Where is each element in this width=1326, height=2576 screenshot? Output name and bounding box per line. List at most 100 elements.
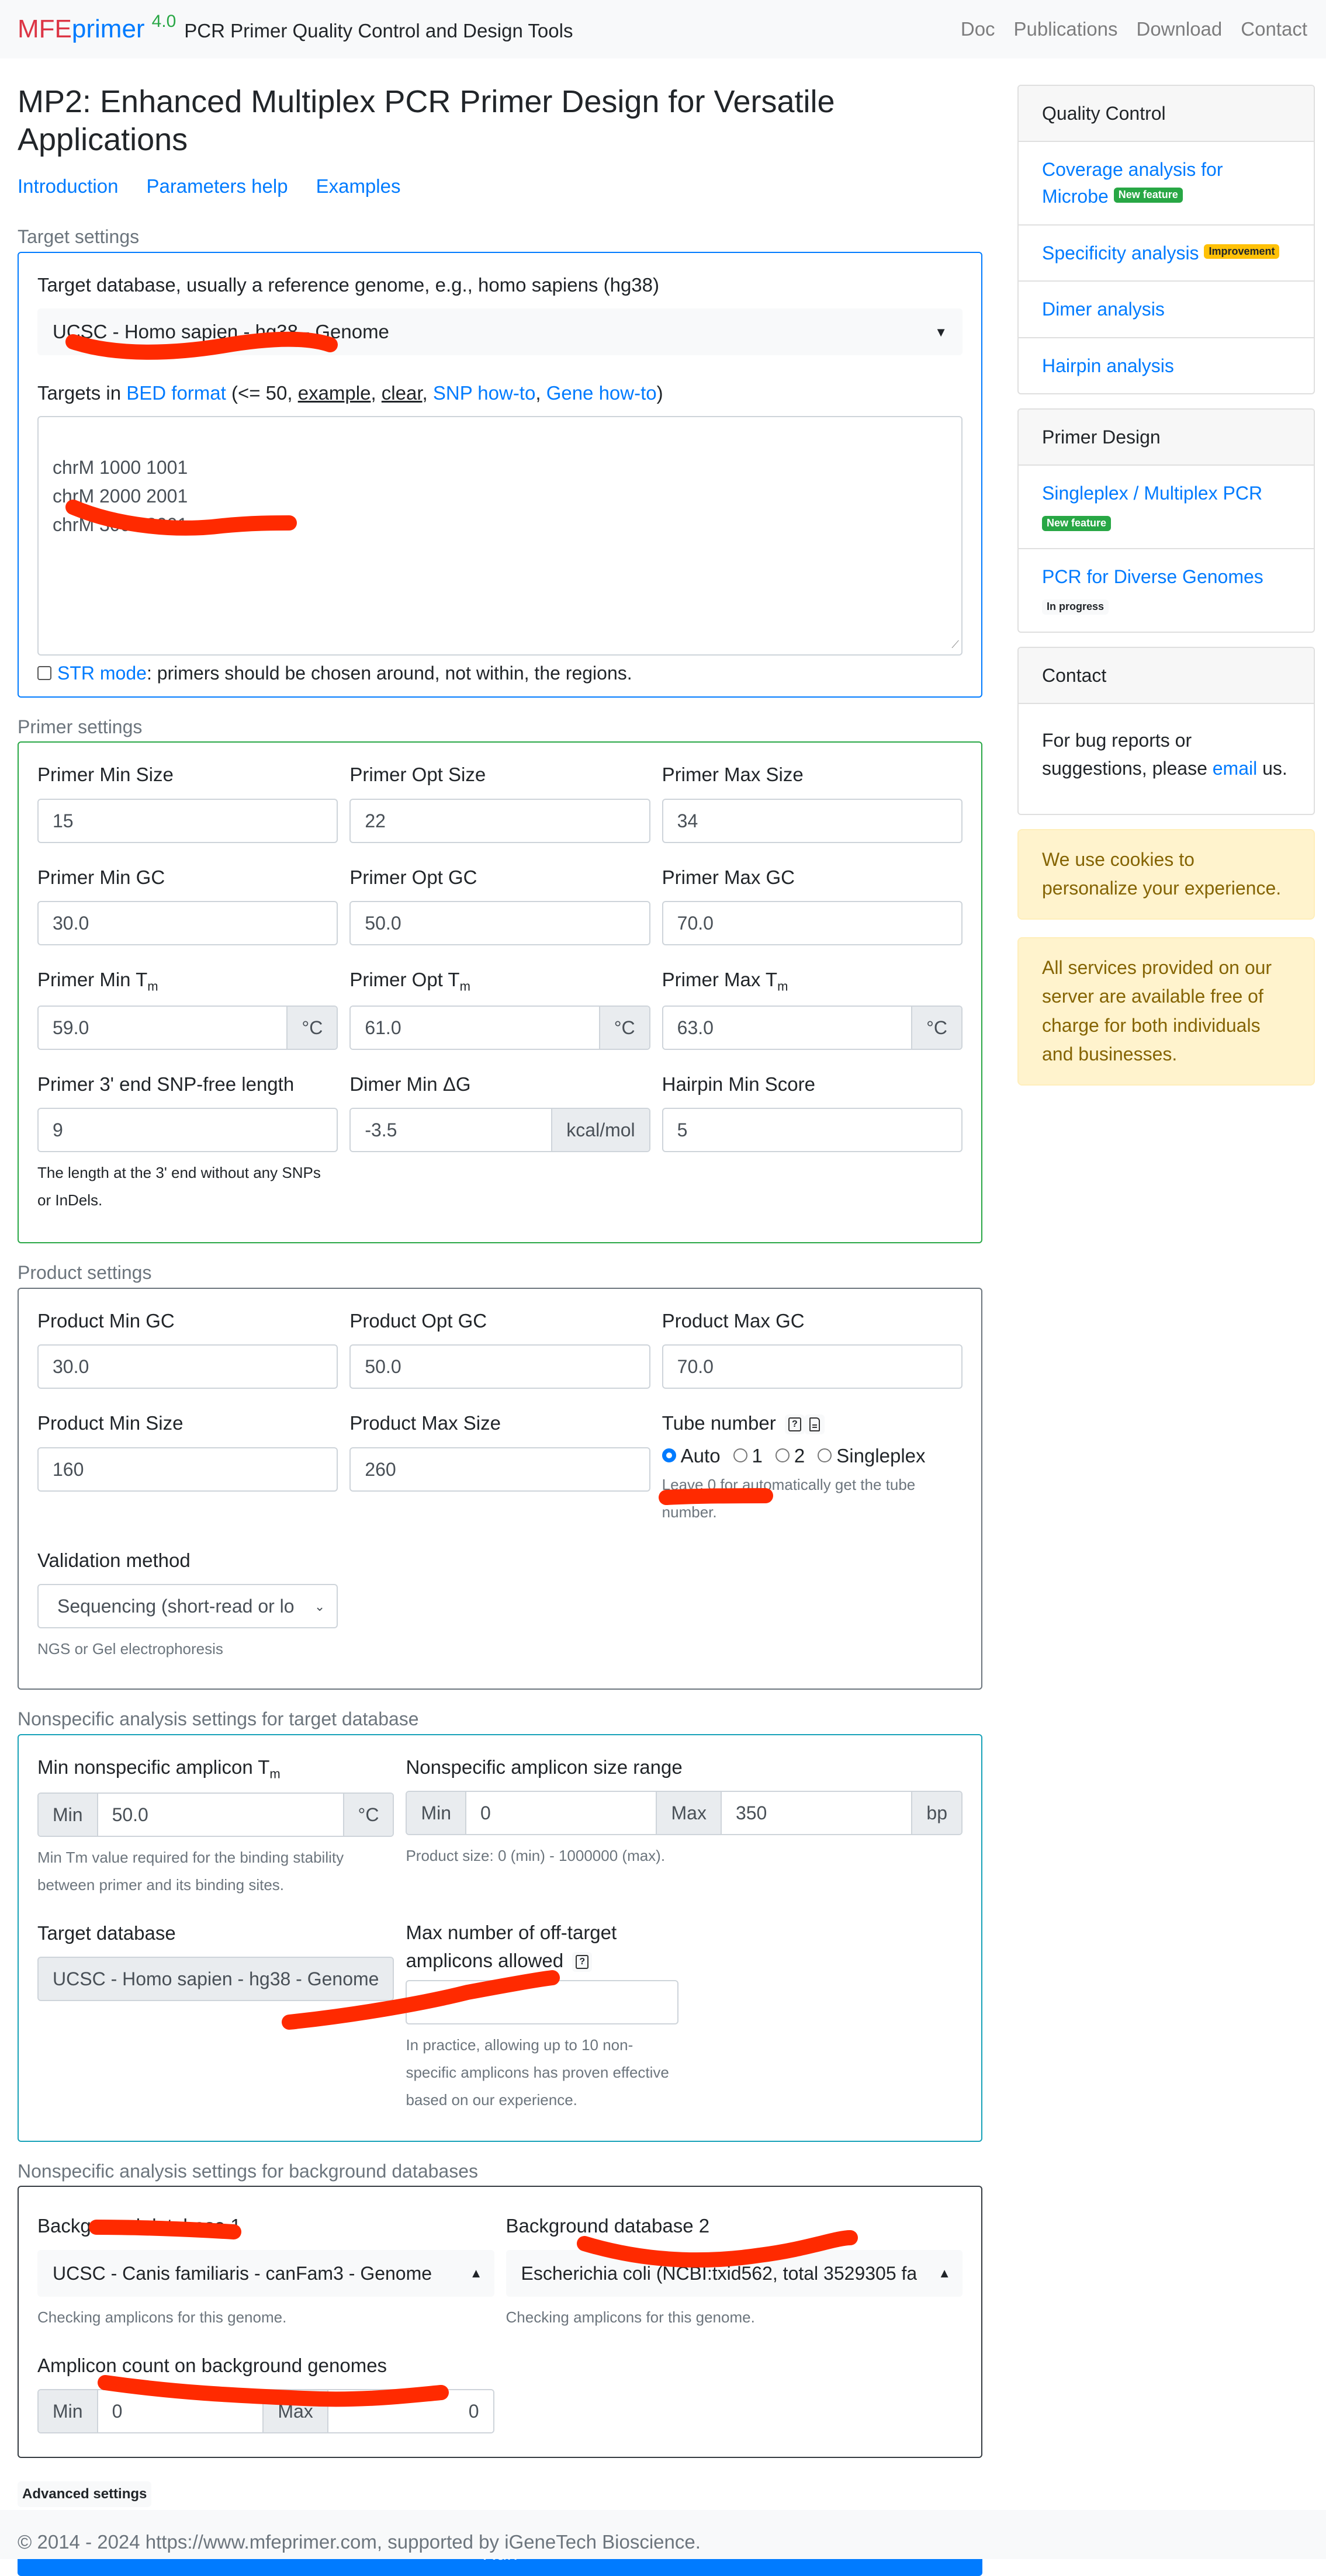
- specificity-analysis-link[interactable]: Specificity analysis: [1042, 242, 1199, 264]
- bed-format-link[interactable]: BED format: [126, 382, 226, 404]
- targets-textarea[interactable]: chrM 1000 1001 chrM 2000 2001 chrM 3000 …: [37, 415, 963, 656]
- product-max-size-label: Product Max Size: [349, 1412, 501, 1434]
- hairpin-min-score-label: Hairpin Min Score: [662, 1073, 815, 1095]
- str-mode-checkbox[interactable]: [37, 665, 51, 680]
- sidebar-item-multiplex: Singleplex / Multiplex PCR New feature: [1019, 466, 1314, 549]
- celsius-unit: °C: [286, 1006, 337, 1049]
- contact-header: Contact: [1019, 647, 1314, 704]
- free-service-alert: All services provided on our server are …: [1017, 937, 1315, 1086]
- sidebar-item-coverage: Coverage analysis for Microbe New featur…: [1019, 142, 1314, 226]
- bg-db2-label: Background database 2: [506, 2215, 710, 2237]
- nav-publications[interactable]: Publications: [1005, 15, 1127, 44]
- primer-design-card: Primer Design Singleplex / Multiplex PCR…: [1017, 408, 1315, 633]
- nav-contact[interactable]: Contact: [1231, 15, 1307, 44]
- nonspecific-target-db-input: UCSC - Homo sapien - hg38 - Genome: [37, 1957, 394, 2002]
- nav-download[interactable]: Download: [1127, 15, 1232, 44]
- product-min-size-input[interactable]: 160: [37, 1447, 338, 1492]
- product-max-gc-input[interactable]: 70.0: [662, 1344, 963, 1389]
- product-max-size-input[interactable]: 260: [349, 1447, 650, 1492]
- tube-radio-singleplex[interactable]: Singleplex: [818, 1441, 926, 1471]
- advanced-settings-toggle[interactable]: Advanced settings: [18, 2481, 152, 2508]
- primer-opt-tm-input[interactable]: 61.0: [351, 1006, 599, 1049]
- primer-min-gc-input[interactable]: 30.0: [37, 901, 338, 946]
- bg-db1-select[interactable]: UCSC - Canis familiaris - canFam3 - Geno…: [37, 2249, 494, 2297]
- primer-opt-tm-group: 61.0 °C: [349, 1005, 650, 1050]
- tube-radio-2[interactable]: 2: [775, 1441, 805, 1471]
- snp-free-length-field: Primer 3' end SNP-free length 9 The leng…: [37, 1070, 338, 1214]
- primer-opt-tm-label: Primer Opt Tm: [349, 969, 470, 994]
- primer-opt-gc-input[interactable]: 50.0: [349, 901, 650, 946]
- link-parameters-help[interactable]: Parameters help: [146, 172, 288, 201]
- offtarget-input[interactable]: 0: [406, 1980, 678, 2025]
- tube-radio-1[interactable]: 1: [733, 1441, 763, 1471]
- footer: © 2014 - 2024 https://www.mfeprimer.com,…: [0, 2510, 1326, 2559]
- bg-db2-select[interactable]: Escherichia coli (NCBI:txid562, total 35…: [506, 2249, 963, 2297]
- help-button[interactable]: ?: [572, 1951, 593, 1972]
- primer-min-size-input[interactable]: 15: [37, 798, 338, 843]
- clear-link[interactable]: clear: [382, 382, 423, 404]
- offtarget-field: Max number of off-target amplicons allow…: [406, 1919, 678, 2114]
- sub-links: Introduction Parameters help Examples: [18, 172, 982, 201]
- sidebar-item-hairpin: Hairpin analysis: [1019, 338, 1314, 393]
- nonspecific-target-settings: Min nonspecific amplicon Tm Min 50.0 °C …: [18, 1733, 982, 2142]
- nav-doc[interactable]: Doc: [951, 15, 1005, 44]
- link-examples[interactable]: Examples: [316, 172, 401, 201]
- primer-min-tm-input[interactable]: 59.0: [39, 1006, 287, 1049]
- bp-unit: bp: [911, 1792, 961, 1835]
- amplicon-count-field: Amplicon count on background genomes Min…: [37, 2351, 494, 2434]
- diverse-genomes-link[interactable]: PCR for Diverse Genomes: [1042, 566, 1263, 587]
- doc-button[interactable]: [804, 1414, 825, 1435]
- bg-db2-field: Background database 2 Escherichia coli (…: [506, 2211, 963, 2331]
- hairpin-analysis-link[interactable]: Hairpin analysis: [1042, 355, 1174, 376]
- quality-control-header: Quality Control: [1019, 86, 1314, 142]
- gene-howto-link[interactable]: Gene how-to: [546, 382, 657, 404]
- product-opt-gc-input[interactable]: 50.0: [349, 1344, 650, 1389]
- snp-free-length-help: The length at the 3' end without any SNP…: [37, 1164, 321, 1209]
- primer-opt-size-field: Primer Opt Size 22: [349, 760, 650, 843]
- bg-db1-value: UCSC - Canis familiaris - canFam3 - Geno…: [53, 2262, 432, 2284]
- nonspecific-size-max-input[interactable]: 350: [721, 1792, 912, 1835]
- nonspecific-size-min-input[interactable]: 0: [466, 1792, 656, 1835]
- multiplex-pcr-link[interactable]: Singleplex / Multiplex PCR: [1042, 483, 1262, 504]
- snp-howto-link[interactable]: SNP how-to: [433, 382, 535, 404]
- help-button[interactable]: ?: [784, 1414, 805, 1435]
- in-progress-badge: In progress: [1042, 599, 1109, 615]
- product-opt-gc-label: Product Opt GC: [349, 1309, 487, 1332]
- cookie-alert: We use cookies to personalize your exper…: [1017, 828, 1315, 920]
- email-link[interactable]: email: [1213, 758, 1257, 779]
- resize-handle-icon[interactable]: ⟋: [951, 637, 959, 653]
- dimer-analysis-link[interactable]: Dimer analysis: [1042, 299, 1165, 320]
- amplicon-count-max-input[interactable]: 0: [328, 2390, 493, 2433]
- radio-unselected: [818, 1448, 832, 1463]
- link-introduction[interactable]: Introduction: [18, 172, 118, 201]
- hairpin-min-score-field: Hairpin Min Score 5: [662, 1070, 963, 1214]
- hairpin-min-score-input[interactable]: 5: [662, 1108, 963, 1153]
- tube-number-radios: Auto 1 2 Singleplex: [662, 1441, 963, 1471]
- validation-method-select[interactable]: Sequencing (short-read or lo ⌄: [37, 1584, 338, 1629]
- primer-max-size-input[interactable]: 34: [662, 798, 963, 843]
- nonspecific-tm-input[interactable]: 50.0: [98, 1794, 343, 1836]
- primer-max-gc-input[interactable]: 70.0: [662, 901, 963, 946]
- primer-opt-size-input[interactable]: 22: [349, 798, 650, 843]
- tube-radio-auto[interactable]: Auto: [662, 1441, 721, 1471]
- example-link[interactable]: example: [298, 382, 371, 404]
- primer-min-gc-field: Primer Min GC 30.0: [37, 863, 338, 946]
- snp-free-length-input[interactable]: 9: [37, 1108, 338, 1153]
- primer-max-tm-label: Primer Max Tm: [662, 969, 788, 994]
- target-db-select[interactable]: UCSC - Homo sapien - hg38 - Genome ▼: [37, 308, 963, 356]
- nonspecific-target-db-label: Target database: [37, 1922, 176, 1944]
- nonspecific-size-field: Nonspecific amplicon size range Min 0 Ma…: [406, 1753, 963, 1899]
- product-min-gc-input[interactable]: 30.0: [37, 1344, 338, 1389]
- primer-opt-gc-field: Primer Opt GC 50.0: [349, 863, 650, 946]
- new-feature-badge: New feature: [1113, 188, 1183, 203]
- product-min-size-label: Product Min Size: [37, 1412, 184, 1434]
- brand-logo[interactable]: MFE primer 4.0 PCR Primer Quality Control…: [18, 10, 573, 48]
- targets-label-prefix: Targets in: [37, 382, 127, 404]
- radio-unselected: [733, 1448, 747, 1463]
- primer-max-gc-label: Primer Max GC: [662, 866, 795, 888]
- primer-max-tm-input[interactable]: 63.0: [663, 1006, 912, 1049]
- amplicon-count-min-input[interactable]: 0: [98, 2390, 263, 2433]
- dimer-min-dg-input[interactable]: -3.5: [351, 1109, 552, 1152]
- str-mode-link[interactable]: STR mode: [57, 663, 147, 684]
- validation-method-label: Validation method: [37, 1549, 191, 1571]
